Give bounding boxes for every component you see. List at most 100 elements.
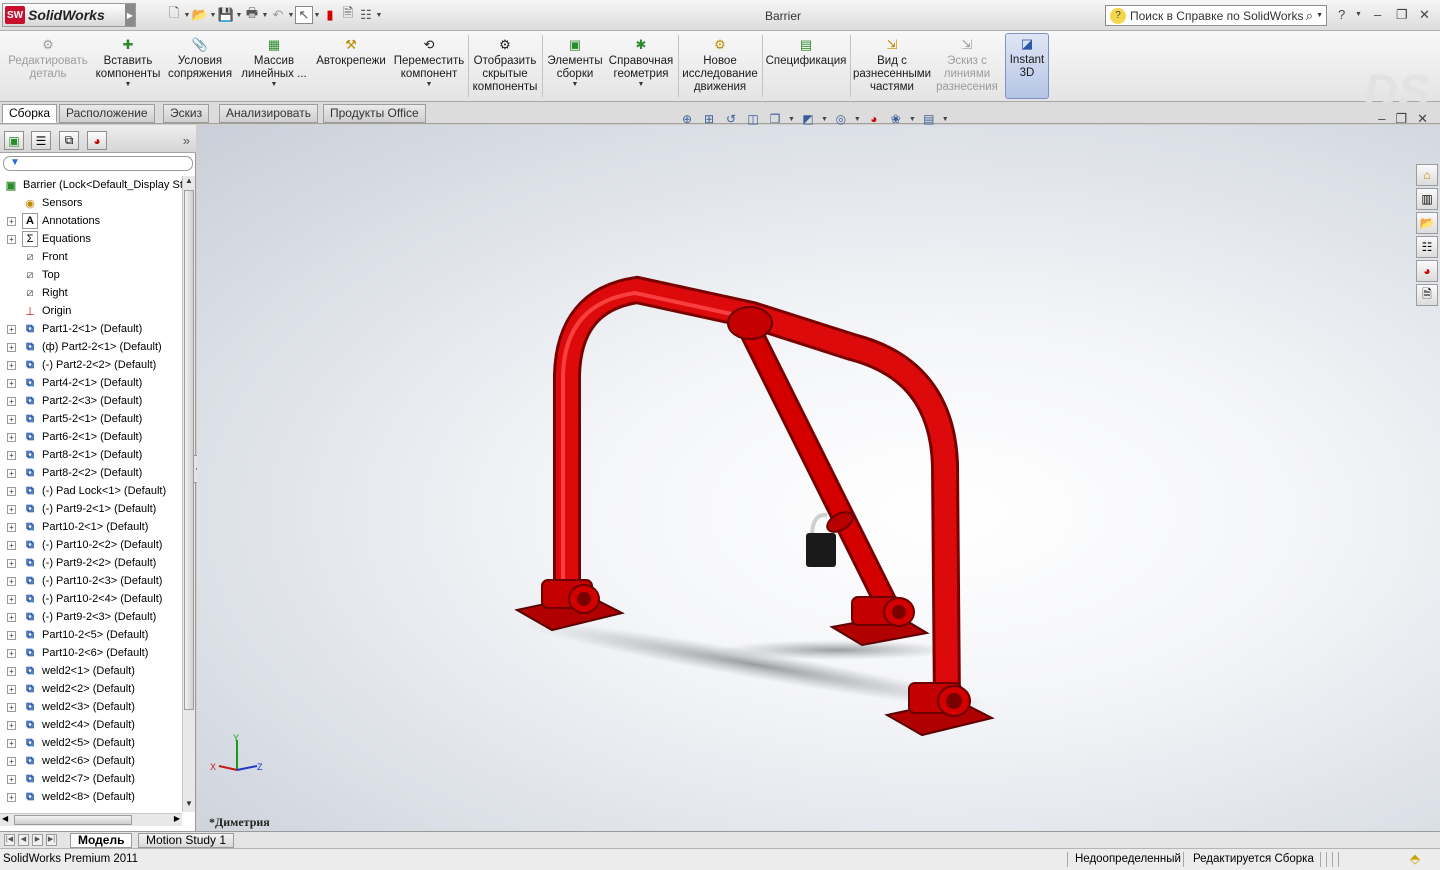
expand-node-icon[interactable]: + — [7, 324, 16, 334]
restore-icon[interactable]: ❐ — [1396, 7, 1408, 23]
tree-node[interactable]: + ⧉ Part1-2<1> (Default) — [0, 320, 182, 338]
save-dropdown[interactable]: ▼ — [235, 12, 243, 19]
scroll-right-icon[interactable]: ▶ — [174, 814, 180, 823]
viewport-close-icon[interactable]: ✕ — [1417, 111, 1428, 127]
linear-pattern-button[interactable]: ▦ Массив линейных ... ▼ — [238, 35, 310, 99]
tree-node[interactable]: + ⧉ weld2<8> (Default) — [0, 788, 182, 806]
expand-node-icon[interactable]: + — [7, 504, 16, 514]
tree-node[interactable]: + ⧉ weld2<6> (Default) — [0, 752, 182, 770]
tree-vertical-scrollbar[interactable]: ▲ ▼ — [182, 176, 195, 812]
zoom-to-fit-icon[interactable]: ⊕ — [678, 112, 696, 126]
assembly-features-button[interactable]: ▣ Элементы сборки ▼ — [544, 35, 606, 99]
expand-node-icon[interactable]: + — [7, 378, 16, 388]
file-explorer-icon[interactable]: 📂 — [1416, 212, 1438, 234]
view-settings-icon[interactable]: ▤ — [920, 112, 938, 126]
expand-node-icon[interactable]: + — [7, 432, 16, 442]
solidworks-menu-button[interactable]: SW SolidWorks ▶ — [2, 3, 136, 27]
previous-view-icon[interactable]: ↺ — [722, 112, 740, 126]
expand-node-icon[interactable]: + — [7, 666, 16, 676]
new-dropdown[interactable]: ▼ — [183, 12, 191, 19]
expand-node-icon[interactable]: + — [7, 702, 16, 712]
tree-node[interactable]: + ⧉ (-) Part10-2<2> (Default) — [0, 536, 182, 554]
tree-node[interactable]: + ⧉ Part10-2<6> (Default) — [0, 644, 182, 662]
tab-office-products[interactable]: Продукты Office — [323, 104, 426, 123]
tab-assembly[interactable]: Сборка — [2, 104, 58, 123]
expand-node-icon[interactable]: + — [7, 594, 16, 604]
home-icon[interactable]: ⌂ — [1416, 164, 1438, 186]
tab-sketch[interactable]: Эскиз — [163, 104, 210, 123]
design-library-icon[interactable]: ▥ — [1416, 188, 1438, 210]
close-icon[interactable]: ✕ — [1419, 7, 1430, 23]
edit-part-button[interactable]: ⚙ Редактировать деталь — [6, 35, 90, 99]
expand-node-icon[interactable]: + — [7, 234, 16, 244]
print-icon[interactable]: 🖶 — [243, 5, 261, 24]
tree-node[interactable]: + A Annotations — [0, 212, 182, 230]
mate-button[interactable]: 📎 Условия сопряжения — [166, 35, 234, 99]
display-manager-tab-icon[interactable]: ◕ — [87, 131, 107, 150]
minimize-icon[interactable]: – — [1374, 7, 1381, 22]
tree-node[interactable]: + ⧉ weld2<3> (Default) — [0, 698, 182, 716]
tree-node[interactable]: + ⧉ weld2<4> (Default) — [0, 716, 182, 734]
padlock[interactable] — [806, 533, 836, 567]
last-tab-icon[interactable]: ▶| — [46, 834, 57, 846]
edit-appearance-icon[interactable]: ◕ — [865, 112, 883, 126]
help-search-field[interactable]: ? Поиск в Справке по SolidWorks ⌕ ▼ — [1105, 5, 1327, 26]
tree-node[interactable]: + ⧉ weld2<7> (Default) — [0, 770, 182, 788]
scroll-left-icon[interactable]: ◀ — [2, 814, 8, 823]
tree-node[interactable]: + ⧉ Part10-2<5> (Default) — [0, 626, 182, 644]
expand-node-icon[interactable]: + — [7, 540, 16, 550]
expand-node-icon[interactable]: + — [7, 414, 16, 424]
expand-node-icon[interactable]: + — [7, 486, 16, 496]
print-dropdown[interactable]: ▼ — [261, 12, 269, 19]
tree-node[interactable]: + ⧉ weld2<5> (Default) — [0, 734, 182, 752]
apply-scene-icon[interactable]: ❀ — [887, 112, 905, 126]
tree-node[interactable]: + ⧉ (ф) Part2-2<1> (Default) — [0, 338, 182, 356]
tree-node[interactable]: + ⧉ Part2-2<3> (Default) — [0, 392, 182, 410]
expand-node-icon[interactable]: + — [7, 558, 16, 568]
scroll-down-icon[interactable]: ▼ — [183, 799, 195, 812]
expand-node-icon[interactable]: + — [7, 738, 16, 748]
explode-line-sketch-button[interactable]: ⇲ Эскиз с линиями разнесения — [934, 35, 1000, 99]
smart-fasteners-button[interactable]: ⚒ Автокрепежи — [314, 35, 388, 99]
expand-node-icon[interactable]: + — [7, 648, 16, 658]
expand-node-icon[interactable]: + — [7, 792, 16, 802]
expand-node-icon[interactable]: + — [7, 612, 16, 622]
reference-geometry-button[interactable]: ✱ Справочная геометрия ▼ — [606, 35, 676, 99]
viewport-restore-icon[interactable]: ❐ — [1395, 111, 1407, 127]
tab-evaluate[interactable]: Анализировать — [219, 104, 318, 123]
expand-node-icon[interactable]: + — [7, 360, 16, 370]
new-motion-study-button[interactable]: ⚙ Новое исследование движения — [680, 35, 760, 99]
options-dropdown[interactable]: ▼ — [375, 12, 383, 19]
search-icon[interactable]: ⌕ — [1306, 8, 1313, 24]
expand-node-icon[interactable]: + — [7, 630, 16, 640]
tag-icon[interactable]: ⬘ — [1410, 851, 1420, 867]
tree-filter-input[interactable]: ▼ — [3, 156, 193, 171]
view-settings-dropdown[interactable]: ▼ — [942, 116, 949, 123]
tree-node[interactable]: ⧄ Front — [0, 248, 182, 266]
tree-node[interactable]: ◉ Sensors — [0, 194, 182, 212]
first-tab-icon[interactable]: |◀ — [4, 834, 15, 846]
tree-node[interactable]: ⧄ Right — [0, 284, 182, 302]
exploded-view-button[interactable]: ⇲ Вид с разнесенными частями — [852, 35, 932, 99]
scrollbar-thumb[interactable] — [14, 815, 132, 825]
zoom-to-area-icon[interactable]: ⊞ — [700, 112, 718, 126]
scrollbar-thumb[interactable] — [184, 190, 194, 710]
tree-node[interactable]: + ⧉ (-) Part10-2<3> (Default) — [0, 572, 182, 590]
bill-of-materials-button[interactable]: ▤ Спецификация — [764, 35, 848, 99]
tree-node[interactable]: + ⧉ (-) Pad Lock<1> (Default) — [0, 482, 182, 500]
tab-layout[interactable]: Расположение — [59, 104, 155, 123]
tree-node[interactable]: + ⧉ weld2<1> (Default) — [0, 662, 182, 680]
previous-tab-icon[interactable]: ◀ — [18, 834, 29, 846]
property-manager-tab-icon[interactable]: ☰ — [31, 131, 51, 150]
instant3d-button[interactable]: ◪ Instant 3D — [1005, 33, 1049, 99]
tree-node[interactable]: + ⧉ (-) Part9-2<3> (Default) — [0, 608, 182, 626]
rebuild-icon[interactable]: ▮ — [321, 6, 339, 24]
tree-node[interactable]: + ⧉ (-) Part9-2<1> (Default) — [0, 500, 182, 518]
tree-node[interactable]: + ⧉ weld2<2> (Default) — [0, 680, 182, 698]
tree-node[interactable]: ⧄ Top — [0, 266, 182, 284]
hide-show-dropdown[interactable]: ▼ — [854, 116, 861, 123]
feature-manager-tab-icon[interactable]: ▣ — [4, 131, 24, 150]
tree-node[interactable]: + ⧉ Part8-2<2> (Default) — [0, 464, 182, 482]
tree-node[interactable]: + ⧉ Part5-2<1> (Default) — [0, 410, 182, 428]
options-icon[interactable]: ☷ — [357, 6, 375, 24]
